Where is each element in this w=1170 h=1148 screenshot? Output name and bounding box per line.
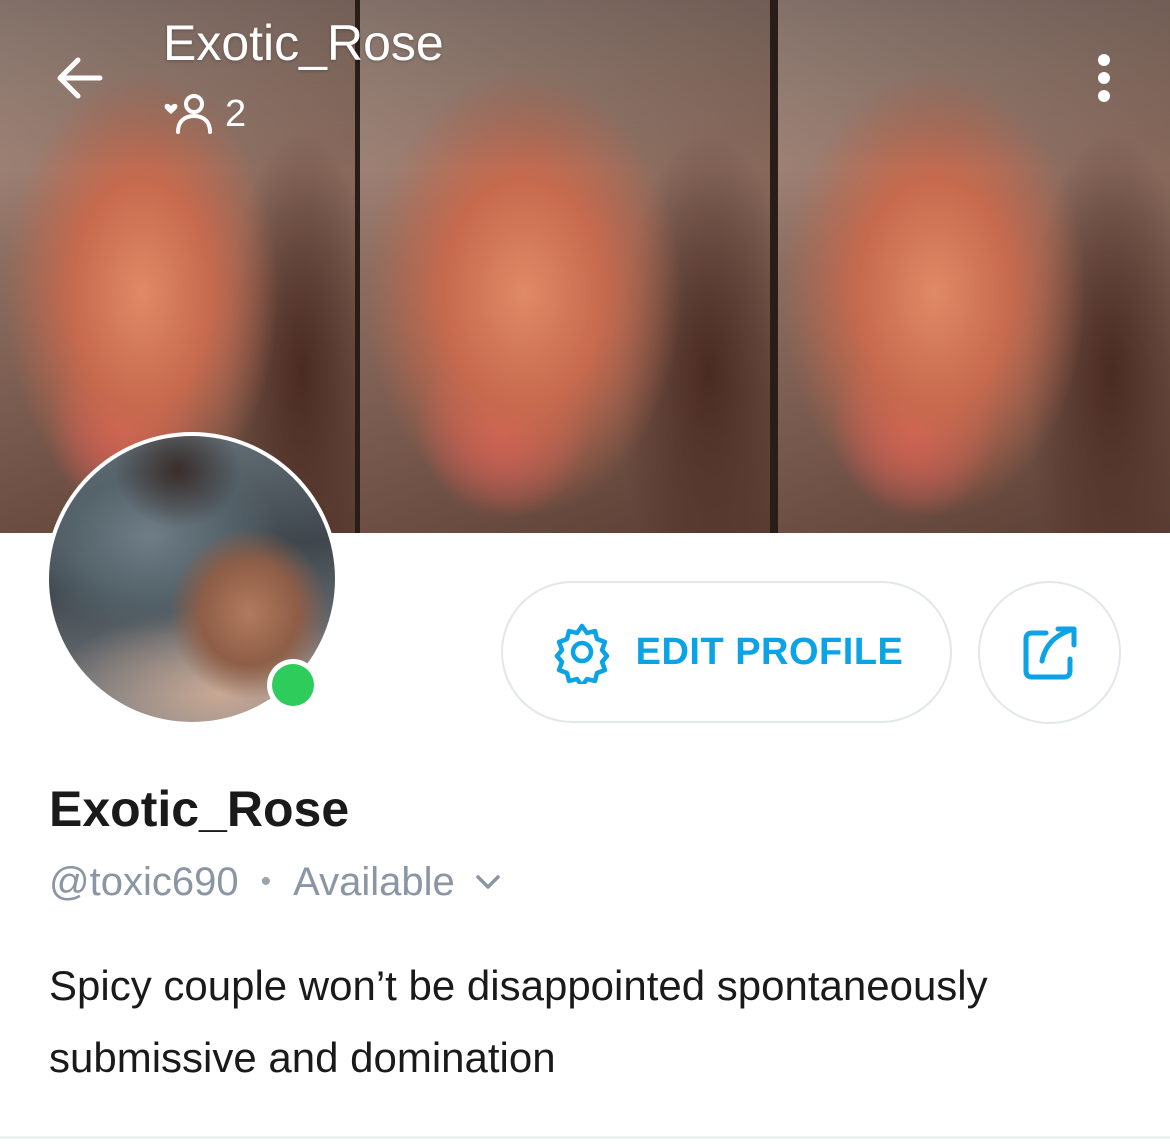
profile-username: @toxic690 [49,860,239,904]
fans-count-value: 2 [225,93,247,135]
profile-bio: Spicy couple won’t be disappointed spont… [49,962,988,1081]
edit-profile-label: EDIT PROFILE [635,630,904,673]
status-label: Available [293,860,455,904]
back-button[interactable] [50,48,110,108]
section-divider [0,1136,1170,1139]
share-button[interactable] [978,581,1121,724]
vertical-dots-icon [1098,54,1110,102]
status-dropdown[interactable]: Available [293,856,503,908]
header-title: Exotic_Rose [163,15,444,71]
cover-panel [360,0,770,533]
more-options-button[interactable] [1080,52,1128,104]
profile-screen: Exotic_Rose 2 EDIT PROFILE Exotic_Rose @… [0,0,1170,1148]
edit-profile-button[interactable]: EDIT PROFILE [501,581,952,723]
gear-icon [554,623,609,684]
profile-meta: @toxic690 • Available [49,856,503,908]
share-icon [1023,626,1076,679]
heart-person-icon [164,94,212,134]
meta-separator: • [260,865,272,898]
chevron-down-icon [475,875,500,889]
profile-display-name: Exotic_Rose [49,781,350,837]
online-status-dot [272,664,314,706]
arrow-left-icon [57,57,103,99]
fans-count[interactable]: 2 [163,92,246,136]
